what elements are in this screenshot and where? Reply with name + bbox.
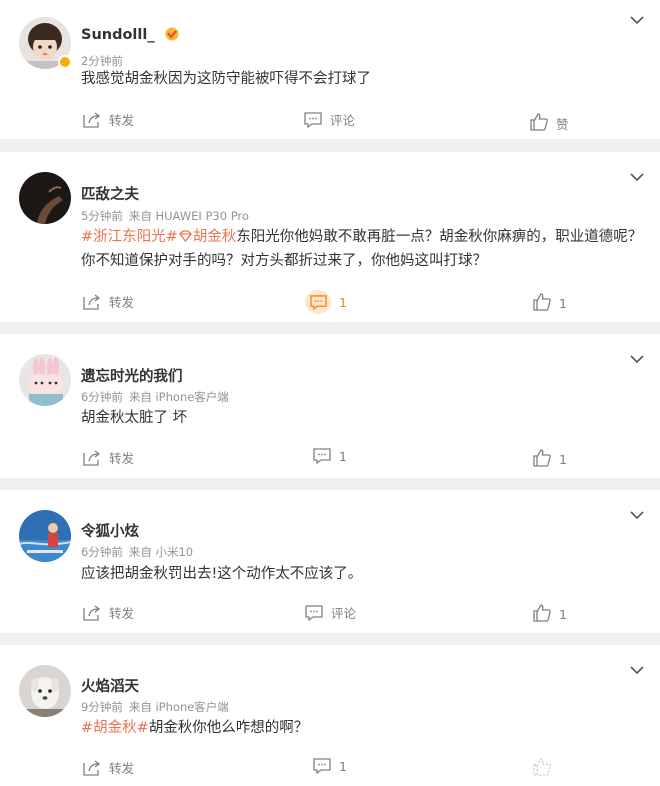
topic-link[interactable]: 胡金秋: [193, 229, 237, 245]
chevron-down-icon[interactable]: [630, 15, 644, 25]
like-button[interactable]: 1: [533, 448, 567, 467]
like-icon: [533, 292, 551, 311]
like-icon: [530, 112, 548, 131]
comment-button[interactable]: 评论: [304, 110, 355, 129]
timestamp: 5分钟前: [81, 209, 123, 223]
avatar[interactable]: [19, 354, 71, 406]
location-icon: [178, 230, 192, 243]
post-text: 我感觉胡金秋因为这防守能被吓得不会打球了: [81, 71, 371, 87]
share-button[interactable]: 转发: [83, 292, 134, 311]
comment-icon: [309, 294, 327, 310]
chevron-down-icon[interactable]: [630, 354, 644, 364]
topic-link[interactable]: #浙江东阳光#: [81, 229, 178, 245]
username[interactable]: 匹敌之夫: [81, 183, 139, 204]
topic-link[interactable]: #胡金秋#: [81, 720, 149, 736]
timestamp: 6分钟前: [81, 390, 123, 404]
comment-button[interactable]: 1: [313, 758, 347, 774]
post-source: 来自 HUAWEI P30 Pro: [128, 209, 249, 223]
post-meta: 5分钟前 来自 HUAWEI P30 Pro: [81, 208, 249, 224]
timestamp: 2分钟前: [81, 54, 123, 68]
post-card: Sundolll_ 2分钟前 我感觉胡金秋因为这防守能被吓得不会打球了 转发 评…: [0, 0, 660, 139]
post-card: 遗忘时光的我们 6分钟前 来自 iPhone客户端 胡金秋太脏了 坏 转发 1 1: [0, 334, 660, 478]
like-button[interactable]: 1: [533, 603, 567, 622]
post-meta: 6分钟前 来自 小米10: [81, 544, 193, 560]
like-button[interactable]: [533, 758, 559, 776]
post-source: 来自 iPhone客户端: [128, 700, 229, 714]
post-text: #胡金秋#胡金秋你他么咋想的啊？: [81, 720, 309, 736]
comment-icon: [313, 448, 331, 464]
like-button[interactable]: 1: [533, 292, 567, 311]
share-icon: [83, 759, 101, 776]
share-icon: [83, 293, 101, 310]
share-icon: [83, 604, 101, 621]
like-button[interactable]: 赞: [530, 110, 569, 133]
share-icon: [83, 111, 101, 128]
vip-icon: [165, 27, 179, 41]
timestamp: 6分钟前: [81, 545, 123, 559]
share-button[interactable]: 转发: [83, 110, 134, 129]
post-card: 火焰滔天 9分钟前 来自 iPhone客户端 #胡金秋#胡金秋你他么咋想的啊？ 转…: [0, 645, 660, 786]
share-icon: [83, 449, 101, 466]
chevron-down-icon[interactable]: [630, 172, 644, 182]
post-card: 令狐小炫 6分钟前 来自 小米10 应该把胡金秋罚出去!这个动作太不应该了。 转发…: [0, 490, 660, 633]
share-button[interactable]: 转发: [83, 448, 134, 467]
post-text: 应该把胡金秋罚出去!这个动作太不应该了。: [81, 566, 363, 582]
chevron-down-icon[interactable]: [630, 510, 644, 520]
comment-button[interactable]: 1: [305, 290, 347, 314]
post-text: #浙江东阳光# 胡金秋东阳光你他妈敢不敢再脏一点？胡金秋你麻痹的，职业道德呢？你不…: [81, 229, 643, 269]
comment-icon: [304, 111, 322, 128]
comment-icon: [313, 758, 331, 774]
post-card: 匹敌之夫 5分钟前 来自 HUAWEI P30 Pro #浙江东阳光# 胡金秋东阳光…: [0, 152, 660, 322]
like-icon: [533, 448, 551, 467]
comment-button[interactable]: 1: [313, 448, 347, 464]
verified-badge-icon: [58, 55, 72, 69]
like-icon: [533, 603, 551, 622]
chevron-down-icon[interactable]: [630, 665, 644, 675]
post-source: 来自 iPhone客户端: [128, 390, 229, 404]
post-meta: 9分钟前 来自 iPhone客户端: [81, 699, 229, 715]
share-button[interactable]: 转发: [83, 758, 134, 777]
username[interactable]: 令狐小炫: [81, 520, 139, 541]
avatar[interactable]: [19, 665, 71, 717]
comment-button[interactable]: 评论: [305, 603, 356, 622]
username[interactable]: 火焰滔天: [81, 675, 139, 696]
avatar[interactable]: [19, 510, 71, 562]
post-meta: 6分钟前 来自 iPhone客户端: [81, 389, 229, 405]
avatar[interactable]: [19, 172, 71, 224]
timestamp: 9分钟前: [81, 700, 123, 714]
post-source: 来自 小米10: [128, 545, 194, 559]
like-icon: [533, 758, 551, 776]
post-text: 胡金秋太脏了 坏: [81, 410, 188, 426]
username[interactable]: 遗忘时光的我们: [81, 365, 183, 386]
share-button[interactable]: 转发: [83, 603, 134, 622]
comment-icon: [305, 604, 323, 621]
username[interactable]: Sundolll_: [81, 27, 180, 43]
